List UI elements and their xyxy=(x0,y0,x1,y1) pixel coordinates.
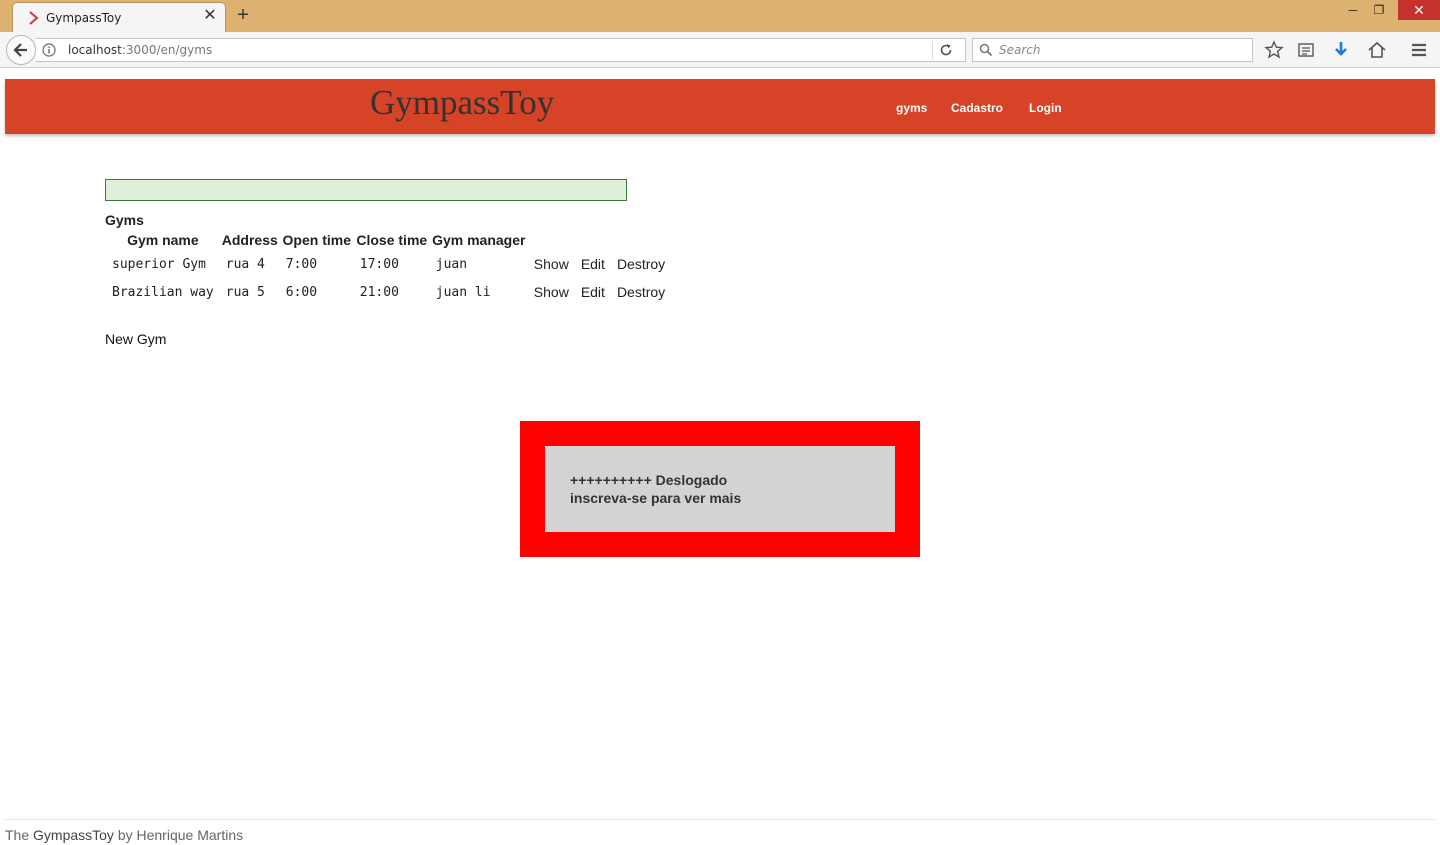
gym-manager-cell: juan li xyxy=(435,284,491,300)
browser-navbar: localhost:3000/en/gyms Search xyxy=(0,32,1440,68)
search-bar[interactable]: Search xyxy=(972,38,1253,62)
tab-close-icon[interactable]: ✕ xyxy=(201,7,219,25)
new-tab-button[interactable]: + xyxy=(233,4,253,26)
alert-line-2: inscreva-se para ver mais xyxy=(570,490,742,506)
page-title: Gyms xyxy=(105,212,144,228)
gym-manager-cell: juan xyxy=(435,256,468,272)
show-link[interactable]: Show xyxy=(529,278,574,306)
column-header xyxy=(612,230,670,250)
site-header: GympassToy gyms Cadastro Login xyxy=(5,79,1435,134)
search-placeholder: Search xyxy=(999,43,1041,57)
gym-open-time-cell: 6:00 xyxy=(285,284,318,300)
browser-tab[interactable]: GympassToy ✕ xyxy=(12,2,226,32)
column-header: Gym manager xyxy=(432,232,526,248)
column-header xyxy=(529,230,574,250)
edit-link[interactable]: Edit xyxy=(576,278,610,306)
new-gym-link[interactable]: New Gym xyxy=(105,331,166,347)
gym-address-cell: rua 4 xyxy=(225,256,265,272)
gym-close-time-cell: 17:00 xyxy=(359,256,399,272)
alert-line-1: ++++++++++ Deslogado xyxy=(570,472,728,488)
url-host: localhost xyxy=(68,43,122,57)
search-icon xyxy=(979,43,993,57)
destroy-link[interactable]: Destroy xyxy=(612,278,670,306)
column-header xyxy=(576,230,610,250)
logged-out-alert: ++++++++++ Deslogado inscreva-se para ve… xyxy=(520,421,920,557)
flash-notice xyxy=(105,179,627,201)
show-link[interactable]: Show xyxy=(529,250,574,278)
column-header: Address xyxy=(221,232,278,248)
edit-link[interactable]: Edit xyxy=(576,250,610,278)
alert-message-panel: ++++++++++ Deslogado inscreva-se para ve… xyxy=(545,446,895,532)
home-icon[interactable] xyxy=(1367,40,1387,60)
browser-titlebar: GympassToy ✕ + ─ ❐ ✕ xyxy=(0,0,1440,32)
nav-link-gyms[interactable]: gyms xyxy=(896,101,927,115)
destroy-link[interactable]: Destroy xyxy=(612,250,670,278)
footer-prefix: The xyxy=(5,827,30,843)
nav-link-login[interactable]: Login xyxy=(1029,101,1062,115)
gym-name-cell: superior Gym xyxy=(112,256,206,272)
info-icon[interactable] xyxy=(42,43,56,57)
reload-icon[interactable] xyxy=(938,42,954,58)
back-button[interactable] xyxy=(6,35,36,65)
column-header: Open time xyxy=(282,232,352,248)
footer-text: The GympassToy by Henrique Martins xyxy=(5,827,243,843)
back-arrow-icon xyxy=(13,43,27,57)
reading-list-icon[interactable] xyxy=(1296,40,1316,60)
footer-suffix: by Henrique Martins xyxy=(117,827,244,843)
table-row: Brazilian way rua 5 6:00 21:00 juan li S… xyxy=(107,278,670,306)
gym-name-cell: Brazilian way xyxy=(112,284,214,300)
rails-favicon-icon xyxy=(29,11,39,25)
column-header: Gym name xyxy=(127,232,199,248)
gym-close-time-cell: 21:00 xyxy=(359,284,399,300)
window-maximize-button[interactable]: ❐ xyxy=(1364,0,1394,20)
gym-open-time-cell: 7:00 xyxy=(285,256,318,272)
bookmark-star-icon[interactable] xyxy=(1264,40,1284,60)
gym-address-cell: rua 5 xyxy=(225,284,265,300)
column-header: Close time xyxy=(356,232,428,248)
url-bar[interactable]: localhost:3000/en/gyms xyxy=(36,38,966,62)
url-text[interactable]: localhost:3000/en/gyms xyxy=(68,43,212,57)
url-path: :3000/en/gyms xyxy=(121,43,213,57)
footer-brand-link[interactable]: GympassToy xyxy=(33,827,114,843)
download-icon[interactable] xyxy=(1331,40,1351,60)
table-row: superior Gym rua 4 7:00 17:00 juan Show … xyxy=(107,250,670,278)
menu-icon[interactable] xyxy=(1409,40,1429,60)
url-divider xyxy=(932,41,933,59)
site-brand[interactable]: GympassToy xyxy=(370,85,554,120)
table-header-row: Gym name Address Open time Close time Gy… xyxy=(107,230,670,250)
window-close-button[interactable]: ✕ xyxy=(1398,0,1440,20)
site-footer: The GympassToy by Henrique Martins xyxy=(5,819,1435,845)
tab-title: GympassToy xyxy=(46,11,122,25)
gyms-table: Gym name Address Open time Close time Gy… xyxy=(105,230,672,306)
nav-link-cadastro[interactable]: Cadastro xyxy=(951,101,1003,115)
